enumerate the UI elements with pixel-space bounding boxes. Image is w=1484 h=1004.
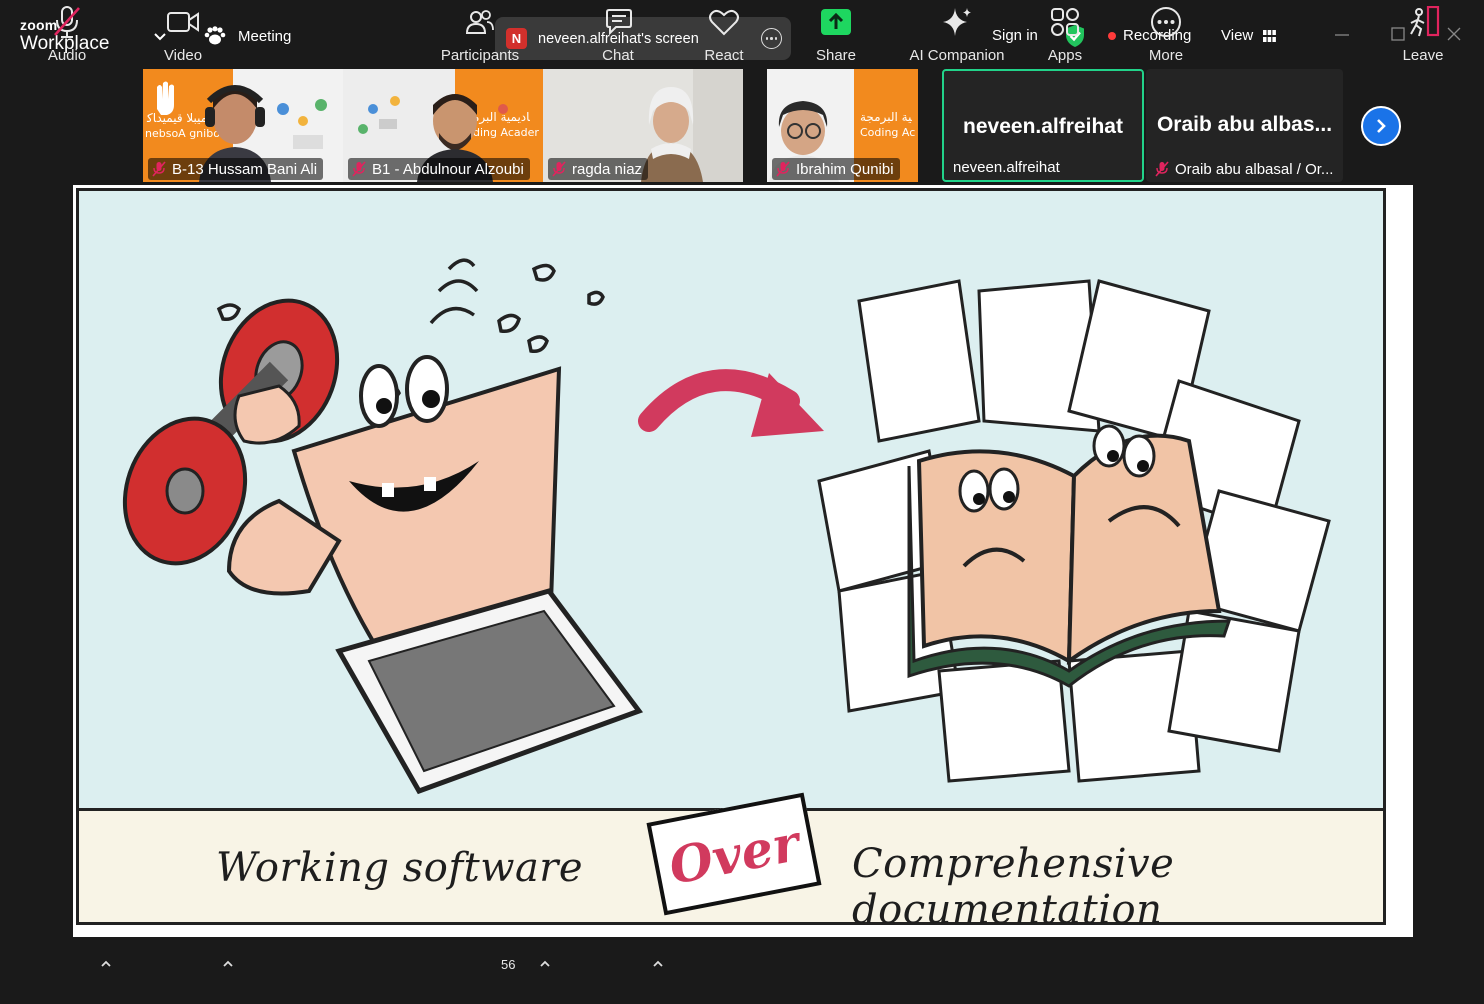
leave-label: Leave [1402,47,1444,64]
slide-caption-band: Working software Over Comprehensive docu… [79,792,1383,933]
participants-count: 56 [501,957,516,972]
audio-options-caret-icon[interactable] [100,958,112,970]
view-options-icon[interactable] [761,28,782,49]
participant-tile[interactable]: ﻴﺔ ﺍﻟﺒﺮﻣﺠﺔ Coding Ac Ibrahim Qunibi [767,69,918,182]
share-label: Share [815,47,857,64]
participant-big-name: neveen.alfreihat [963,115,1123,138]
participants-label: Participants [440,47,520,64]
participant-name: ragda niaz [572,160,643,178]
participant-big-name: Oraib abu albas... [1156,113,1333,136]
meeting-label: Meeting [238,27,292,45]
participants-button[interactable]: Participants [438,0,522,64]
video-camera-icon [167,12,199,32]
tile-overlay-text: Coding Ac [860,126,915,139]
agile-slide: Working software Over Comprehensive docu… [76,188,1386,933]
ai-companion-label: AI Companion [909,47,1005,64]
share-screen-icon [821,9,851,35]
chat-label: Chat [602,47,634,64]
participant-tile-active-speaker[interactable]: neveen.alfreihat neveen.alfreihat [942,69,1144,182]
mic-muted-icon [552,161,566,177]
leave-door-icon [1410,6,1440,37]
mic-muted-icon [776,161,790,177]
react-label: React [704,47,744,64]
tile-overlay-text: ﻣﻴﺒﻠﺎ ﻗﻴﻤﻴﺪﺎﻛ [146,111,207,125]
chat-bubble-icon [606,9,632,36]
video-options-caret-icon[interactable] [222,958,234,970]
participant-tile[interactable]: ragda niaz [543,69,743,182]
participant-name: Ibrahim Qunibi [796,160,894,178]
close-icon[interactable] [1444,24,1464,44]
participant-name-tag: neveen.alfreihat [949,156,1066,178]
leave-button[interactable]: Leave [1400,0,1446,64]
tile-overlay-text: ding Acader [473,126,539,139]
heart-icon [709,9,739,36]
chat-button[interactable]: Chat [598,0,638,64]
tile-overlay-text: ﻴﺔ ﺍﻟﺒﺮﻣﺠﺔ [860,110,912,125]
sparkle-icon [943,8,971,36]
participant-name-tag: ragda niaz [548,158,649,180]
chevron-right-icon [1377,119,1386,133]
participant-name: B1 - Abdulnour Alzoubi [372,160,524,178]
more-options-icon [1151,7,1181,37]
participant-name-tag: Oraib abu albasal / Or... [1151,158,1339,180]
participant-name-tag: Ibrahim Qunibi [772,158,900,180]
mic-muted-icon [352,161,366,177]
view-menu-button[interactable]: View [1221,27,1277,44]
apps-label: Apps [1047,47,1083,64]
next-page-button[interactable] [1361,106,1401,146]
sad-book-icon [907,424,1232,688]
more-label: More [1148,47,1184,64]
ai-companion-button[interactable]: AI Companion [904,0,1010,64]
video-button[interactable]: Video [160,0,206,64]
video-label: Video [163,47,203,64]
participant-tile[interactable]: ﺎﺩﻳﻤﻴﺔ ﺍﻟﺒﺮﻣ ding Acader B1 - Abdulnour … [343,69,543,182]
participant-tile[interactable]: Oraib abu albas... Oraib abu albasal / O… [1146,69,1343,182]
share-button[interactable]: Share [812,0,860,64]
react-button[interactable]: React [700,0,748,64]
apps-button[interactable]: Apps [1044,0,1086,64]
mic-muted-icon [152,161,166,177]
mic-muted-icon [1155,161,1169,177]
view-label: View [1221,27,1254,44]
participant-name: Oraib abu albasal / Or... [1175,160,1334,178]
meeting-info-menu[interactable]: Meeting [204,26,291,46]
over-stamp: Over [646,792,822,916]
slide-illustration [122,258,1331,795]
grid-view-icon [1263,29,1277,42]
participants-icon [466,10,494,34]
meeting-toolbar [0,940,1484,1004]
over-word: Over [664,812,804,896]
participant-tile[interactable]: ﻣﻴﺒﻠﺎ ﻗﻴﻤﻴﺪﺎﻛ nebsoA gnibo B-13 Hussam B… [143,69,343,182]
caption-comprehensive-documentation: Comprehensive documentation [852,841,1175,933]
apps-icon [1051,8,1079,36]
paw-icon [204,26,226,45]
audio-label: Audio [47,47,87,64]
minimize-icon[interactable] [1332,24,1352,44]
participant-name: neveen.alfreihat [953,158,1060,176]
participants-options-caret-icon[interactable] [539,958,551,970]
recording-dot-icon [1108,31,1116,40]
chat-options-caret-icon[interactable] [652,958,664,970]
shared-screen: Working software Over Comprehensive docu… [73,185,1413,937]
participant-name-tag: B1 - Abdulnour Alzoubi [348,158,530,180]
tile-overlay-text: nebsoA gnibo [145,127,220,140]
zoom-meeting-window: zoom Workplace Meeting N neveen.alfreiha… [0,0,1484,1004]
participant-name: B-13 Hussam Bani Ali [172,160,318,178]
audio-button[interactable]: Audio [40,0,94,64]
more-button[interactable]: More [1144,0,1188,64]
participant-name-tag: B-13 Hussam Bani Ali [148,158,324,180]
mic-muted-icon [54,6,80,38]
caption-working-software: Working software [216,845,584,891]
